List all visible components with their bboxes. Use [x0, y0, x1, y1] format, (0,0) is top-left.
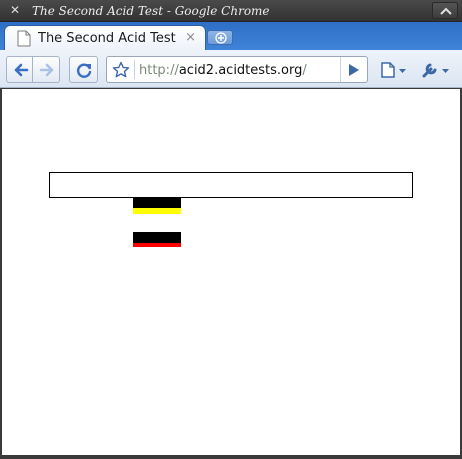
address-text[interactable]: http://acid2.acidtests.org/	[139, 63, 307, 78]
window-title: The Second Acid Test - Google Chrome	[32, 4, 270, 18]
url-scheme: http://	[139, 63, 179, 78]
plus-icon	[215, 32, 227, 44]
star-icon[interactable]	[112, 61, 130, 79]
page-menu-icon[interactable]	[381, 62, 407, 78]
browser-toolbar: http://acid2.acidtests.org/	[0, 50, 462, 88]
window-titlebar: ✕ The Second Acid Test - Google Chrome	[0, 0, 462, 22]
reload-icon	[76, 63, 92, 78]
omnibox-divider	[134, 60, 135, 79]
forward-icon	[39, 63, 54, 77]
chevron-up-icon	[440, 7, 452, 15]
url-host: acid2.acidtests.org	[178, 63, 303, 78]
window-maximize-button[interactable]	[432, 2, 458, 19]
acid2-render-outline	[49, 172, 413, 198]
window-close-icon[interactable]: ✕	[8, 3, 22, 17]
back-button[interactable]	[6, 56, 33, 83]
tab-close-icon[interactable]: ×	[185, 30, 196, 45]
render-black-strip	[133, 232, 181, 243]
go-divider	[340, 57, 341, 82]
window-bottom-edge	[0, 455, 462, 459]
tab-title: The Second Acid Test	[38, 31, 176, 46]
wrench-icon[interactable]	[421, 61, 451, 79]
acid2-render-bar-red	[133, 232, 181, 247]
reload-button[interactable]	[69, 56, 98, 83]
back-icon	[14, 63, 29, 77]
page-viewport[interactable]	[2, 89, 460, 455]
acid2-render-bar-yellow	[133, 198, 181, 214]
forward-button[interactable]	[33, 56, 60, 83]
url-path: /	[302, 63, 307, 78]
render-red-strip	[133, 243, 181, 247]
go-icon[interactable]	[348, 63, 360, 77]
render-black-strip	[133, 198, 181, 208]
tab-strip: The Second Acid Test ×	[0, 22, 462, 50]
render-yellow-strip	[133, 208, 181, 214]
tab-active[interactable]: The Second Acid Test ×	[4, 25, 206, 50]
new-tab-button[interactable]	[207, 30, 233, 45]
page-icon	[17, 30, 31, 47]
address-bar[interactable]: http://acid2.acidtests.org/	[106, 56, 368, 83]
